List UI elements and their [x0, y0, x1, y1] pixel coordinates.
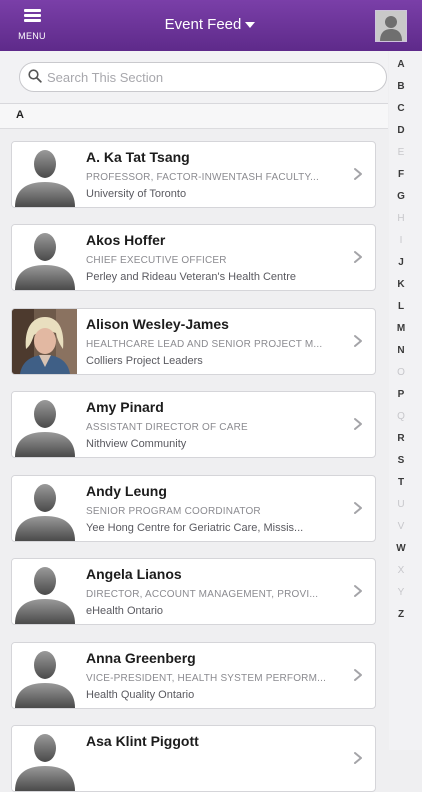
person-placeholder-icon [12, 476, 77, 541]
person-placeholder-icon [12, 643, 77, 708]
contact-title: CHIEF EXECUTIVE OFFICER [86, 255, 227, 266]
chevron-right-icon [354, 669, 362, 681]
contact-organization: Perley and Rideau Veteran's Health Centr… [86, 271, 297, 283]
alphabet-index[interactable]: ABCDEFGHIJKLMNOPQRSTUVWXYZ [389, 51, 422, 750]
contact-card[interactable]: Akos Hoffer CHIEF EXECUTIVE OFFICER Perley… [11, 224, 376, 291]
contact-photo [12, 309, 77, 374]
contact-organization: University of Toronto [86, 188, 187, 200]
index-letter-y[interactable]: Y [389, 587, 413, 599]
section-letter: A [16, 109, 24, 121]
top-bar: MENU Event Feed [0, 0, 422, 51]
contact-photo [12, 142, 77, 207]
index-letter-k[interactable]: K [389, 279, 413, 291]
search-box[interactable] [19, 62, 387, 92]
index-letter-r[interactable]: R [389, 433, 413, 445]
contact-organization: Yee Hong Centre for Geriatric Care, Miss… [86, 522, 304, 534]
index-letter-v[interactable]: V [389, 521, 413, 533]
contact-name: Andy Leung [86, 483, 167, 499]
index-letter-z[interactable]: Z [389, 609, 413, 621]
menu-button[interactable]: MENU [14, 7, 50, 45]
contact-title: VICE-PRESIDENT, HEALTH SYSTEM PERFORM... [86, 673, 327, 684]
index-letter-f[interactable]: F [389, 169, 413, 181]
index-letter-i[interactable]: I [389, 235, 413, 247]
contact-card[interactable]: Alison Wesley-James HEALTHCARE LEAD AND S… [11, 308, 376, 375]
contact-title: ASSISTANT DIRECTOR OF CARE [86, 422, 248, 433]
index-letter-t[interactable]: T [389, 477, 413, 489]
search-bar [0, 51, 388, 104]
contact-card[interactable]: A. Ka Tat Tsang PROFESSOR, FACTOR-INWENTA… [11, 141, 376, 208]
index-letter-b[interactable]: B [389, 81, 413, 93]
contact-card[interactable]: Andy Leung SENIOR PROGRAM COORDINATOR Yee … [11, 475, 376, 542]
contact-title: SENIOR PROGRAM COORDINATOR [86, 506, 261, 517]
index-letter-a[interactable]: A [389, 59, 413, 71]
profile-avatar-button[interactable] [375, 10, 407, 42]
index-letter-l[interactable]: L [389, 301, 413, 313]
hamburger-icon [24, 9, 41, 23]
index-letter-j[interactable]: J [389, 257, 413, 269]
person-placeholder-icon [12, 142, 77, 207]
index-letter-p[interactable]: P [389, 389, 413, 401]
caret-down-icon [245, 22, 256, 29]
index-letter-c[interactable]: C [389, 103, 413, 115]
contact-name: Angela Lianos [86, 566, 182, 582]
index-letter-x[interactable]: X [389, 565, 413, 577]
search-icon [28, 69, 42, 83]
index-letter-e[interactable]: E [389, 147, 413, 159]
contact-photo [12, 392, 77, 457]
contact-card[interactable]: Asa Klint Piggott [11, 725, 376, 792]
index-letter-h[interactable]: H [389, 213, 413, 225]
contact-name: Alison Wesley-James [86, 316, 229, 332]
index-letter-g[interactable]: G [389, 191, 413, 203]
contact-photo [12, 225, 77, 290]
person-photo [12, 309, 77, 374]
person-placeholder-icon [12, 392, 77, 457]
menu-label: MENU [18, 31, 46, 41]
contact-photo [12, 643, 77, 708]
chevron-right-icon [354, 585, 362, 597]
contact-organization: Nithview Community [86, 438, 187, 450]
search-input[interactable] [47, 63, 377, 91]
contact-name: A. Ka Tat Tsang [86, 149, 190, 165]
contact-title: PROFESSOR, FACTOR-INWENTASH FACULTY... [86, 172, 320, 183]
section-header: A [0, 104, 388, 129]
chevron-right-icon [354, 418, 362, 430]
user-avatar-icon [376, 11, 406, 41]
index-letter-u[interactable]: U [389, 499, 413, 511]
chevron-right-icon [354, 752, 362, 764]
contact-photo [12, 726, 77, 791]
chevron-right-icon [354, 335, 362, 347]
person-placeholder-icon [12, 726, 77, 791]
event-feed-dropdown[interactable]: Event Feed [120, 16, 300, 33]
contact-name: Amy Pinard [86, 399, 164, 415]
person-placeholder-icon [12, 559, 77, 624]
index-letter-d[interactable]: D [389, 125, 413, 137]
page-title: Event Feed [164, 16, 242, 33]
contact-organization: eHealth Ontario [86, 605, 164, 617]
person-placeholder-icon [12, 225, 77, 290]
contact-organization: Colliers Project Leaders [86, 355, 203, 367]
index-letter-q[interactable]: Q [389, 411, 413, 423]
contact-name: Akos Hoffer [86, 232, 166, 248]
index-letter-o[interactable]: O [389, 367, 413, 379]
index-letter-m[interactable]: M [389, 323, 413, 335]
contact-card[interactable]: Anna Greenberg VICE-PRESIDENT, HEALTH SYS… [11, 642, 376, 709]
chevron-right-icon [354, 251, 362, 263]
index-letter-w[interactable]: W [389, 543, 413, 555]
contact-card[interactable]: Amy Pinard ASSISTANT DIRECTOR OF CARE Nith… [11, 391, 376, 458]
contact-organization: Health Quality Ontario [86, 689, 195, 701]
contact-card[interactable]: Angela Lianos DIRECTOR, ACCOUNT MANAGEMEN… [11, 558, 376, 625]
contact-title: DIRECTOR, ACCOUNT MANAGEMENT, PROVI... [86, 589, 319, 600]
chevron-right-icon [354, 168, 362, 180]
index-letter-n[interactable]: N [389, 345, 413, 357]
contact-name: Asa Klint Piggott [86, 733, 199, 749]
contact-photo [12, 559, 77, 624]
contact-photo [12, 476, 77, 541]
contact-name: Anna Greenberg [86, 650, 196, 666]
contact-title: HEALTHCARE LEAD AND SENIOR PROJECT M... [86, 339, 323, 350]
index-letter-s[interactable]: S [389, 455, 413, 467]
chevron-right-icon [354, 502, 362, 514]
